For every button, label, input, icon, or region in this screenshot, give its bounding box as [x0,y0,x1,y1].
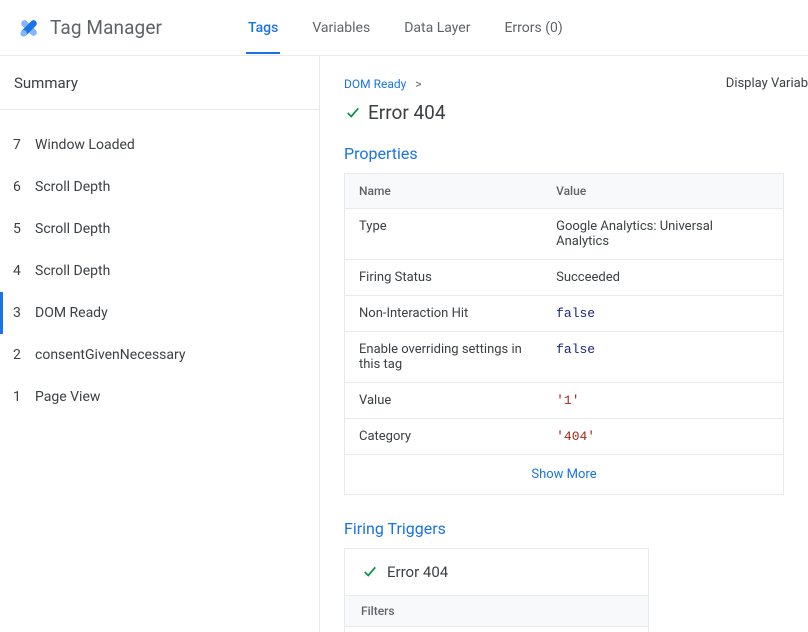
property-value: Succeeded [542,260,783,295]
properties-row: Firing StatusSucceeded [345,260,783,296]
event-number: 3 [13,305,35,321]
firing-triggers-heading: Firing Triggers [344,519,808,538]
event-name: Scroll Depth [35,221,110,237]
tag-title: Error 404 [368,101,446,124]
breadcrumb-item[interactable]: DOM Ready [344,77,406,91]
tab-errors-0-[interactable]: Errors (0) [502,2,564,54]
properties-heading: Properties [344,144,808,163]
properties-row: Value'1' [345,383,783,419]
show-more-link[interactable]: Show More [345,454,783,494]
sidebar: Summary 7Window Loaded6Scroll Depth5Scro… [0,56,320,632]
event-name: Window Loaded [35,137,135,153]
event-name: Page View [35,389,100,405]
properties-col-name: Name [345,174,542,208]
event-number: 6 [13,179,35,195]
breadcrumb[interactable]: DOM Ready > [344,77,428,91]
property-value: '404' [542,419,783,454]
property-name: Type [345,209,542,259]
filter-row: error404equalserror404 [345,627,648,632]
sidebar-event[interactable]: 4Scroll Depth [0,250,319,292]
property-name: Enable overriding settings in this tag [345,332,542,382]
property-name: Category [345,419,542,454]
property-name: Non-Interaction Hit [345,296,542,331]
properties-col-value: Value [542,174,783,208]
sidebar-event[interactable]: 5Scroll Depth [0,208,319,250]
app-title: Tag Manager [50,16,162,39]
sidebar-event[interactable]: 7Window Loaded [0,124,319,166]
property-name: Value [345,383,542,418]
event-number: 5 [13,221,35,237]
display-variables-link[interactable]: Display Variab [726,76,808,91]
property-value: Google Analytics: Universal Analytics [542,209,783,259]
detail-panel: DOM Ready > Display Variab Error 404 Pro… [320,56,808,632]
properties-row: Non-Interaction Hitfalse [345,296,783,332]
tabs-bar: Tags Variables Data Layer Errors (0) [246,2,565,54]
event-number: 4 [13,263,35,279]
property-name: Firing Status [345,260,542,295]
filters-heading: Filters [345,595,648,627]
sidebar-event[interactable]: 1Page View [0,376,319,418]
properties-row: Category'404' [345,419,783,454]
properties-table: Name Value TypeGoogle Analytics: Univers… [344,173,784,495]
tab-variables[interactable]: Variables [310,2,372,54]
sidebar-event[interactable]: 6Scroll Depth [0,166,319,208]
event-number: 2 [13,347,35,363]
property-value: false [542,332,783,382]
event-name: Scroll Depth [35,179,110,195]
properties-row: TypeGoogle Analytics: Universal Analytic… [345,209,783,260]
success-check-icon [361,565,379,579]
tag-manager-icon [16,15,42,41]
tab-data-layer[interactable]: Data Layer [402,2,472,54]
event-name: consentGivenNecessary [35,347,186,363]
tab-tags[interactable]: Tags [246,2,280,54]
success-check-icon [344,106,362,120]
trigger-card: Error 404 Filters error404equalserror404… [344,548,649,632]
event-number: 1 [13,389,35,405]
sidebar-summary[interactable]: Summary [0,56,319,110]
properties-row: Enable overriding settings in this tagfa… [345,332,783,383]
event-name: DOM Ready [35,305,108,321]
app-logo: Tag Manager [16,15,216,41]
property-value: false [542,296,783,331]
event-name: Scroll Depth [35,263,110,279]
sidebar-event[interactable]: 3DOM Ready [0,292,319,334]
sidebar-event[interactable]: 2consentGivenNecessary [0,334,319,376]
event-number: 7 [13,137,35,153]
breadcrumb-separator: > [409,77,427,91]
property-value: '1' [542,383,783,418]
trigger-name: Error 404 [387,563,448,581]
